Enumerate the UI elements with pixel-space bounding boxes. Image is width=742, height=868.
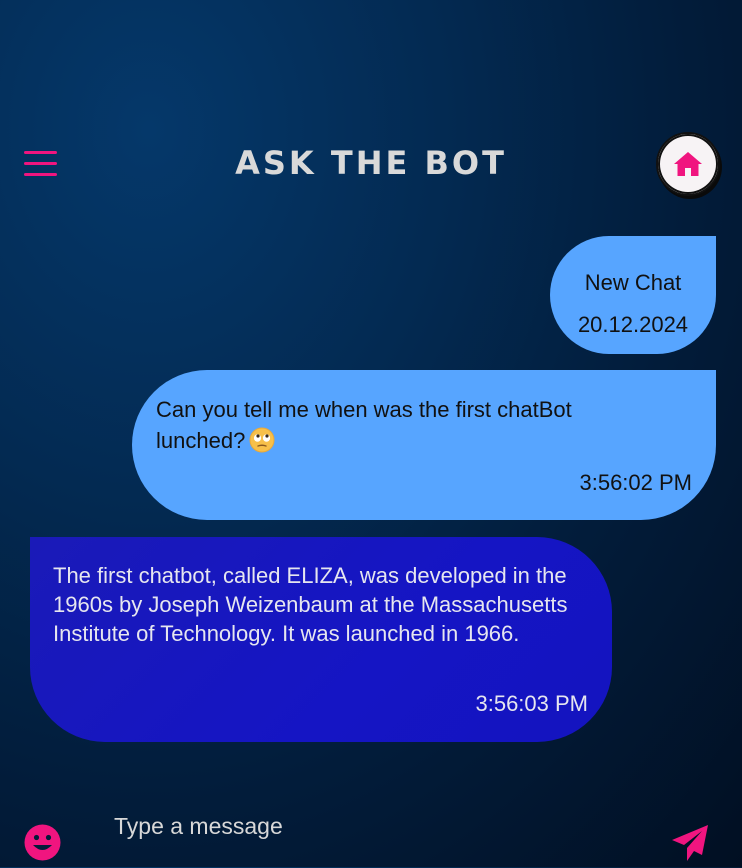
emoji-picker-button[interactable] bbox=[24, 824, 61, 861]
new-chat-bubble: New Chat 20.12.2024 bbox=[550, 236, 716, 354]
chat-app: ASK THE BOT New Chat 20.12.2024 Can you … bbox=[0, 0, 742, 867]
user-message-bubble: Can you tell me when was the first chatB… bbox=[132, 370, 716, 520]
new-chat-date: 20.12.2024 bbox=[577, 312, 689, 337]
message-input[interactable] bbox=[114, 808, 634, 844]
user-message-text: Can you tell me when was the first chatB… bbox=[156, 397, 572, 453]
bot-message-text: The first chatbot, called ELIZA, was dev… bbox=[53, 563, 568, 646]
home-icon bbox=[674, 152, 702, 176]
send-button[interactable] bbox=[670, 823, 710, 863]
bot-message-time: 3:56:03 PM bbox=[475, 691, 588, 716]
user-message-content: Can you tell me when was the first chatB… bbox=[156, 394, 636, 456]
new-chat-label: New Chat bbox=[584, 270, 682, 295]
page-title: ASK THE BOT bbox=[235, 144, 507, 182]
paper-plane-icon bbox=[672, 825, 708, 861]
bot-message-bubble: The first chatbot, called ELIZA, was dev… bbox=[30, 537, 612, 742]
user-message-time: 3:56:02 PM bbox=[579, 470, 692, 495]
smiley-icon bbox=[24, 824, 61, 861]
home-button[interactable] bbox=[656, 132, 720, 196]
rolling-eyes-emoji-icon bbox=[249, 427, 275, 453]
header: ASK THE BOT bbox=[0, 130, 742, 200]
